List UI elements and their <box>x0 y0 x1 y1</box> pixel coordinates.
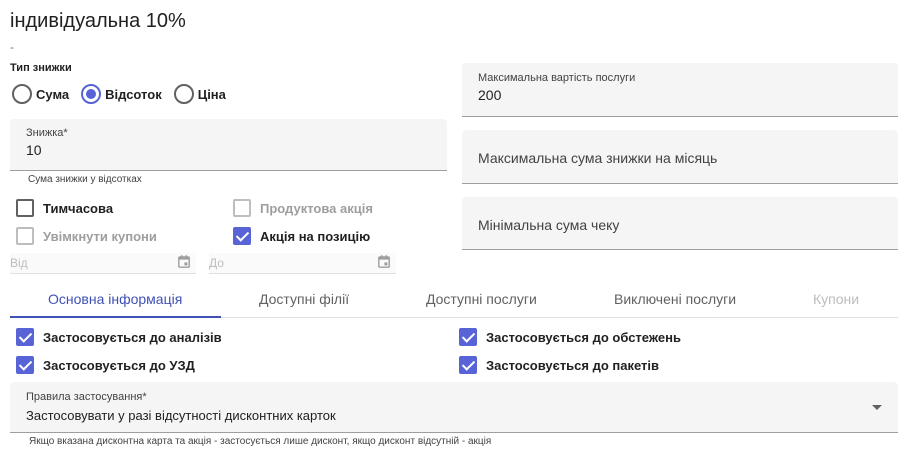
min-check-field[interactable]: Мінімальна сума чеку <box>462 197 898 250</box>
discount-helper-text: Сума знижки у відсотках <box>28 174 142 185</box>
tab-main-info[interactable]: Основна інформація <box>48 291 182 307</box>
max-monthly-discount-field[interactable]: Максимальна сума знижки на місяць <box>462 130 898 184</box>
date-to-placeholder: До <box>209 256 224 270</box>
checkbox-applies-examinations-box[interactable] <box>459 328 477 346</box>
checkbox-enable-coupons-label: Увімкнути купони <box>43 228 157 244</box>
checkbox-enable-coupons[interactable]: Увімкнути купони <box>16 227 157 245</box>
checkbox-applies-examinations[interactable]: Застосовується до обстежень <box>459 328 681 346</box>
checkbox-position-promo[interactable]: Акція на позицію <box>233 227 370 245</box>
checkbox-applies-examinations-label: Застосовується до обстежень <box>486 329 681 345</box>
dropdown-arrow-icon[interactable] <box>872 405 882 410</box>
calendar-icon[interactable] <box>378 255 390 273</box>
checkbox-temporary[interactable]: Тимчасова <box>16 199 113 217</box>
page-subtitle: - <box>10 40 14 54</box>
checkbox-applies-ultrasound-label: Застосовується до УЗД <box>43 357 195 373</box>
checkbox-enable-coupons-box[interactable] <box>16 227 34 245</box>
tab-excluded-services[interactable]: Виключені послуги <box>614 291 736 307</box>
radio-percent[interactable]: Відсоток <box>81 84 162 104</box>
radio-price-circle[interactable] <box>173 84 194 104</box>
max-monthly-discount-placeholder: Максимальна сума знижки на місяць <box>478 150 718 166</box>
discount-field-value[interactable]: 10 <box>26 142 42 158</box>
min-check-placeholder: Мінімальна сума чеку <box>478 217 620 233</box>
checkbox-applies-analyses[interactable]: Застосовується до аналізів <box>16 328 222 346</box>
date-from-field[interactable]: Від <box>10 253 196 274</box>
checkbox-position-promo-box[interactable] <box>233 227 251 245</box>
checkbox-applies-packages-box[interactable] <box>459 356 477 374</box>
discount-field[interactable]: Знижка* 10 <box>10 119 447 171</box>
max-service-cost-field[interactable]: Максимальна вартість послуги 200 <box>462 63 898 117</box>
checkbox-product-promo-box[interactable] <box>233 199 251 217</box>
checkbox-applies-packages[interactable]: Застосовується до пакетів <box>459 356 659 374</box>
rules-helper-text: Якщо вказана дисконтна карта та акція - … <box>29 436 492 447</box>
checkbox-applies-ultrasound[interactable]: Застосовується до УЗД <box>16 356 195 374</box>
radio-price[interactable]: Ціна <box>173 84 226 104</box>
checkbox-position-promo-label: Акція на позицію <box>260 228 371 244</box>
radio-sum-label: Сума <box>36 86 70 102</box>
date-from-placeholder: Від <box>10 256 28 270</box>
checkbox-applies-ultrasound-box[interactable] <box>16 356 34 374</box>
checkbox-product-promo[interactable]: Продуктова акція <box>233 199 373 217</box>
radio-sum[interactable]: Сума <box>12 84 69 104</box>
discount-type-radio-group: Сума Відсоток Ціна <box>12 84 238 104</box>
rules-select[interactable]: Правила застосування* Застосовувати у ра… <box>10 382 898 433</box>
discount-type-label: Тип знижки <box>10 62 72 74</box>
checkbox-applies-packages-label: Застосовується до пакетів <box>486 357 660 373</box>
rules-select-value[interactable]: Застосовувати у разі відсутності дисконт… <box>26 408 336 423</box>
active-tab-indicator <box>10 316 221 318</box>
radio-sum-circle[interactable] <box>12 84 32 104</box>
page-title: індивідуальна 10% <box>10 10 186 32</box>
tab-coupons[interactable]: Купони <box>813 291 859 307</box>
discount-field-label: Знижка* <box>26 127 68 139</box>
checkbox-applies-analyses-box[interactable] <box>16 328 34 346</box>
checkbox-temporary-label: Тимчасова <box>43 200 114 216</box>
tab-available-branches[interactable]: Доступні філії <box>259 291 349 307</box>
checkbox-product-promo-label: Продуктова акція <box>260 200 373 216</box>
max-service-cost-label: Максимальна вартість послуги <box>478 72 636 84</box>
radio-price-label: Ціна <box>197 86 226 102</box>
max-service-cost-value[interactable]: 200 <box>478 87 501 103</box>
rules-select-label: Правила застосування* <box>26 391 147 403</box>
radio-percent-circle[interactable] <box>81 84 102 104</box>
checkbox-temporary-box[interactable] <box>16 199 34 217</box>
tab-available-services[interactable]: Доступні послуги <box>426 291 537 307</box>
radio-percent-label: Відсоток <box>105 86 162 102</box>
date-to-field[interactable]: До <box>209 253 396 274</box>
checkbox-applies-analyses-label: Застосовується до аналізів <box>43 329 222 345</box>
calendar-icon[interactable] <box>178 255 190 273</box>
